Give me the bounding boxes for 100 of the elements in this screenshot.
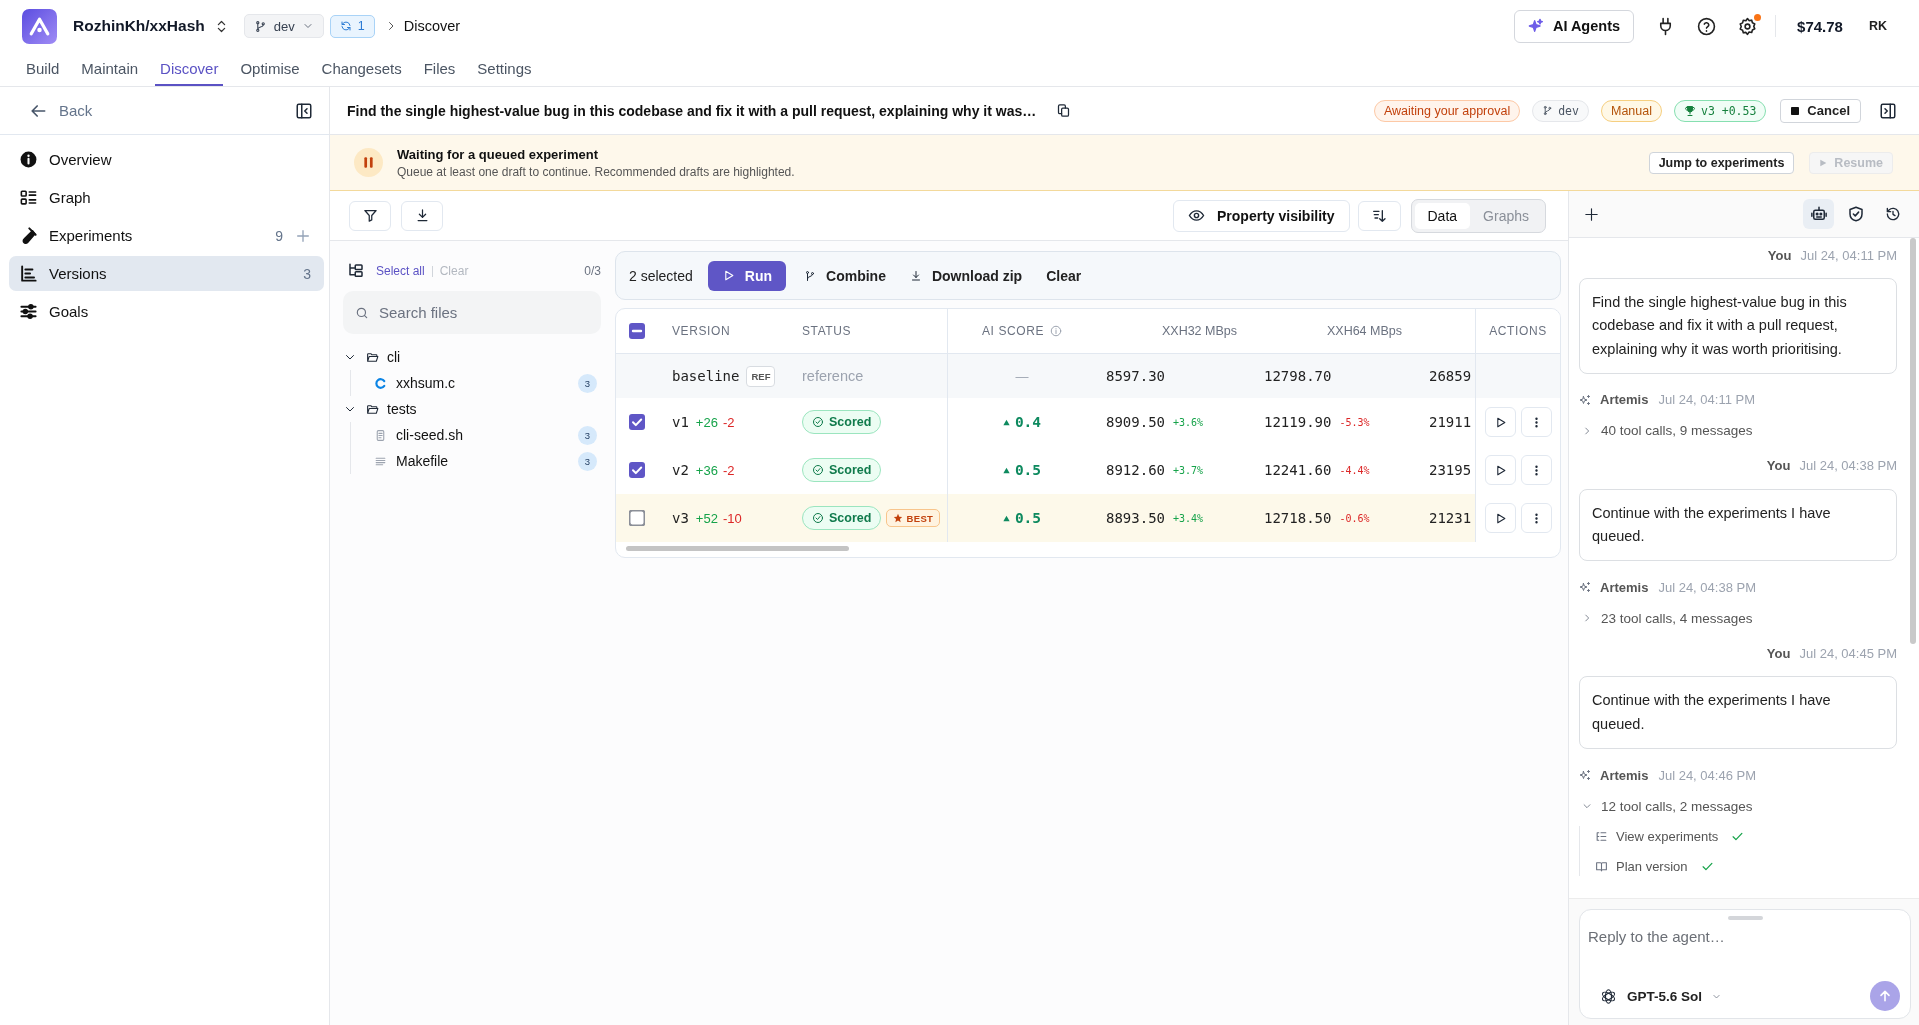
book-icon — [1595, 859, 1608, 873]
tree-item[interactable]: cli-seed.sh 3 — [351, 422, 601, 448]
sort-button[interactable] — [1357, 200, 1401, 231]
tree-item[interactable]: cli — [343, 344, 601, 370]
tool-calls-summary[interactable]: 12 tool calls, 2 messages — [1579, 796, 1897, 817]
settings-icon[interactable] — [1738, 16, 1758, 36]
best-version-label: v3 +0.53 — [1700, 103, 1757, 118]
verified-shield-icon — [1846, 205, 1865, 223]
tree-item[interactable]: tests — [343, 396, 601, 422]
ai-agents-button[interactable]: AI Agents — [1513, 9, 1635, 43]
sidebar-item[interactable]: Versions 3 — [9, 256, 324, 291]
app-logo-icon[interactable] — [22, 8, 57, 44]
sidebar-item[interactable]: Graph — [9, 180, 324, 215]
help-icon[interactable] — [1697, 16, 1717, 36]
nav-tab[interactable]: Discover — [155, 52, 224, 86]
horizontal-scrollbar[interactable] — [626, 546, 849, 551]
metric-delta: -0.6% — [1339, 512, 1370, 524]
sparkle-icon — [1579, 393, 1591, 406]
plus-icon[interactable] — [1583, 205, 1600, 223]
run-version-button[interactable] — [1484, 503, 1516, 533]
tree-structure-icon[interactable] — [347, 262, 365, 280]
nav-tab[interactable]: Files — [418, 52, 461, 86]
select-all-link[interactable]: Select all — [376, 264, 425, 278]
filter-button[interactable] — [349, 200, 391, 231]
sidebar-item[interactable]: Experiments 9 — [9, 218, 324, 253]
view-tab[interactable]: Data — [1414, 202, 1471, 229]
search-input[interactable]: Search files — [379, 304, 589, 321]
run-version-button[interactable] — [1484, 407, 1516, 437]
history-icon — [1884, 206, 1901, 222]
download-button[interactable] — [401, 200, 443, 231]
column-header: ACTIONS — [1489, 324, 1547, 338]
column-header: VERSION — [672, 324, 731, 338]
message-time: Jul 24, 04:38 PM — [1799, 458, 1897, 474]
search-field[interactable]: Search files — [343, 291, 601, 334]
agent-tab[interactable] — [1803, 199, 1834, 229]
breadcrumb[interactable]: Discover — [403, 18, 461, 34]
user-initials[interactable]: RK — [1868, 19, 1887, 33]
check-circle-icon — [812, 416, 824, 428]
download-zip-button[interactable]: Download zip — [901, 267, 1031, 284]
lines-added: +52 — [695, 510, 718, 526]
property-visibility-button[interactable]: Property visibility — [1173, 199, 1350, 232]
run-version-button[interactable] — [1484, 455, 1516, 485]
run-button[interactable]: Run — [707, 260, 787, 291]
nav-tab[interactable]: Settings — [472, 52, 537, 86]
metric-delta: +3.4% — [1173, 512, 1204, 524]
column-header: XXH64 MBps — [1326, 324, 1402, 338]
nav-tab[interactable]: Optimise — [235, 52, 305, 86]
select-all-checkbox[interactable] — [629, 323, 645, 339]
version-name: v3 — [672, 510, 689, 526]
model-selector[interactable]: GPT-5.6 Sol — [1588, 987, 1722, 1005]
pause-icon — [354, 148, 383, 177]
row-checkbox[interactable] — [629, 462, 645, 478]
lines-removed: -10 — [722, 510, 742, 526]
metric-value: 8912.60 — [1106, 462, 1165, 478]
task-title: Find the single highest-value bug in this codebase and fix it with a pull request, explaining why it was… — [347, 102, 1037, 119]
metric-value: 23195 — [1429, 462, 1472, 478]
mode-badge: Manual — [1600, 99, 1662, 122]
copy-icon[interactable] — [1056, 103, 1072, 118]
selection-count: 2 selected — [629, 267, 693, 284]
nav-tab[interactable]: Build — [21, 52, 65, 86]
side-panel-icon[interactable] — [1879, 101, 1897, 120]
reference-tag: REF — [746, 365, 776, 387]
status-badge: Awaiting your approval — [1373, 99, 1521, 122]
tree-item[interactable]: Makefile 3 — [351, 448, 601, 474]
combine-button[interactable]: Combine — [796, 267, 894, 284]
tree-item[interactable]: xxhsum.c 3 — [351, 370, 601, 396]
message-time: Jul 24, 04:46 PM — [1658, 767, 1756, 783]
row-checkbox[interactable] — [629, 414, 645, 430]
branch-icon — [1542, 105, 1554, 116]
c-file-icon — [374, 376, 387, 390]
column-header: STATUS — [802, 324, 852, 338]
row-checkbox[interactable] — [629, 510, 645, 526]
nav-tab[interactable]: Changesets — [316, 52, 407, 86]
collapse-sidebar-icon[interactable] — [295, 101, 313, 120]
tool-calls-summary[interactable]: 40 tool calls, 9 messages — [1579, 420, 1897, 441]
back-button[interactable]: Back — [28, 100, 93, 121]
list-grid-icon — [19, 188, 38, 207]
best-label: BEST — [906, 512, 934, 524]
jump-button[interactable]: Jump to experiments — [1648, 151, 1795, 174]
download-icon — [414, 208, 430, 223]
vertical-scrollbar[interactable] — [1910, 238, 1916, 644]
tool-call-item[interactable]: Plan version — [1595, 856, 1897, 877]
clear-button[interactable]: Clear — [1038, 267, 1090, 284]
branch-selector[interactable]: dev — [243, 14, 324, 38]
tool-call-item[interactable]: View experiments — [1595, 826, 1897, 847]
sparkle-icon — [1579, 581, 1591, 594]
drag-handle-icon[interactable] — [1728, 916, 1763, 920]
reply-composer[interactable]: Reply to the agent… GPT-5.6 Sol — [1579, 909, 1911, 1019]
cancel-button[interactable]: Cancel — [1780, 98, 1861, 123]
sidebar-item[interactable]: Goals — [9, 294, 324, 329]
nav-tab[interactable]: Maintain — [76, 52, 144, 86]
reply-field[interactable]: Reply to the agent… — [1588, 928, 1900, 958]
sidebar-item[interactable]: Overview — [9, 142, 324, 177]
sync-button[interactable]: 1 — [329, 14, 375, 38]
tool-calls-summary[interactable]: 23 tool calls, 4 messages — [1579, 608, 1897, 629]
repository-name[interactable]: RozhinKh/xxHash — [73, 17, 205, 35]
metric-value: 21911 — [1429, 414, 1472, 430]
sort-icon — [1371, 207, 1387, 224]
trophy-icon — [1683, 104, 1696, 117]
folder-icon — [366, 350, 379, 364]
